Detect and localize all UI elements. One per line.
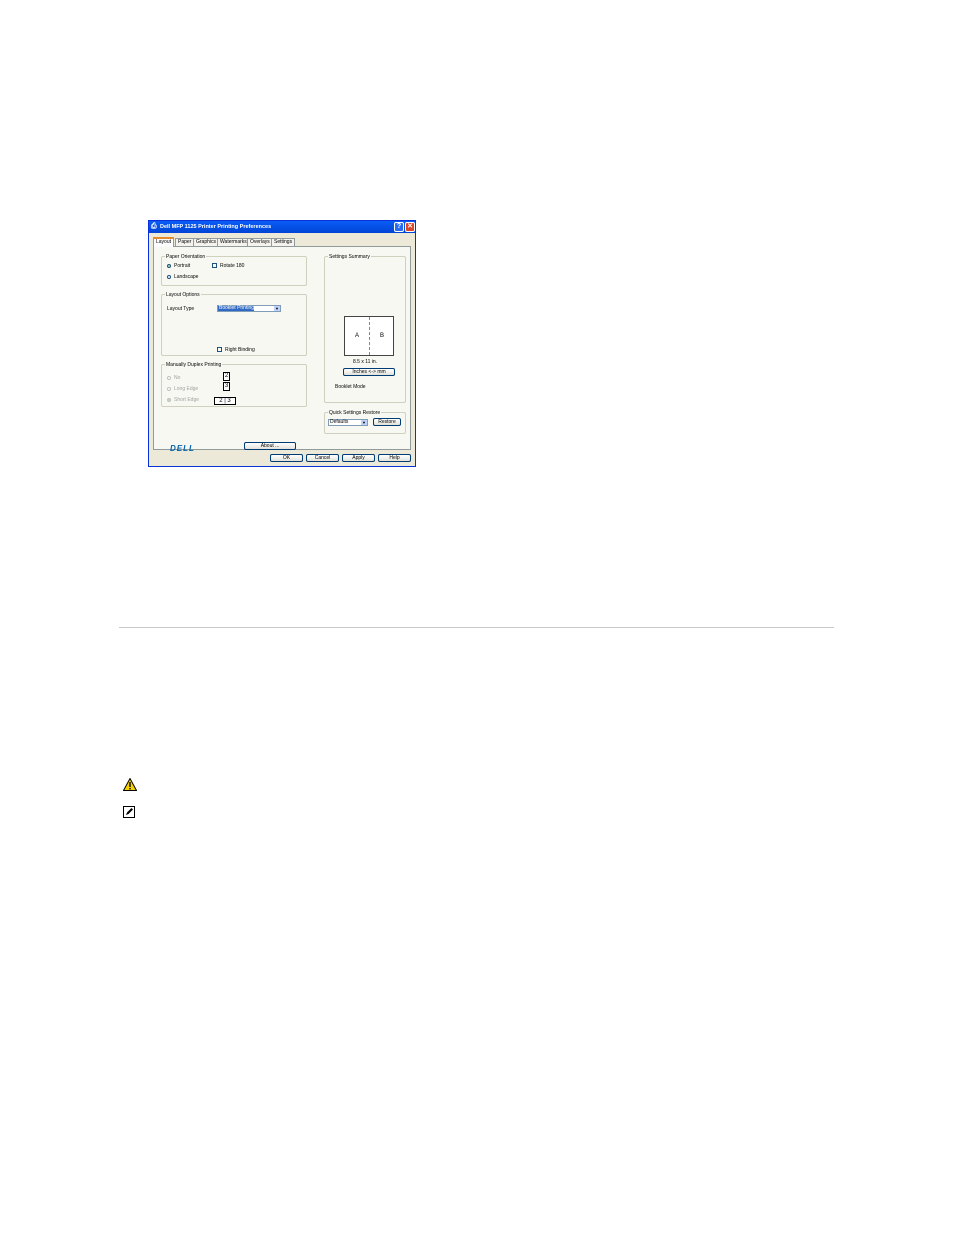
about-button[interactable]: About ... [244,442,296,450]
layout-type-value: Booklet Printing [218,305,255,311]
paper-orientation-group: Paper Orientation Portrait Landscape Rot… [161,254,307,286]
help-button[interactable]: Help [378,454,411,462]
rotate-checkbox[interactable]: Rotate 180 [212,263,244,269]
duplex-group: Manually Duplex Printing No Long Edge Sh… [161,362,307,407]
help-title-button[interactable]: ? [394,222,404,232]
checkbox-icon [217,347,222,353]
dell-logo: DELL [170,444,195,453]
tab-paper[interactable]: Paper [175,238,195,246]
radio-icon [167,375,171,380]
ok-button[interactable]: OK [270,454,303,462]
paper-orientation-label: Paper Orientation [165,254,207,260]
layout-panel: Paper Orientation Portrait Landscape Rot… [153,246,411,453]
chevron-down-icon: ▼ [361,420,367,425]
tab-watermarks[interactable]: Watermarks [217,238,250,246]
quick-settings-value: Defaults [330,419,349,425]
portrait-label: Portrait [174,263,191,269]
quick-settings-select[interactable]: Defaults ▼ [328,419,368,426]
right-binding-checkbox[interactable]: Right Binding [217,347,255,353]
apply-button[interactable]: Apply [342,454,375,462]
duplex-none-label: No [174,375,181,381]
tab-overlays[interactable]: Overlays [247,238,273,246]
printing-preferences-dialog: ⎙ Dell MFP 1125 Printer Printing Prefere… [148,220,416,467]
checkbox-icon [212,263,217,269]
booklet-mode-text: Booklet Mode [335,384,366,390]
layout-type-select[interactable]: Booklet Printing ▼ [217,305,281,312]
fold-line [369,317,370,355]
cancel-button[interactable]: Cancel [306,454,339,462]
duplex-short-edge-radio[interactable]: Short Edge [167,397,199,403]
restore-button[interactable]: Restore [373,418,401,426]
page-a: A [355,333,360,339]
duplex-label: Manually Duplex Printing [165,362,223,368]
right-binding-label: Right Binding [225,347,255,353]
booklet-preview: A B [344,316,394,356]
section-divider [119,627,834,628]
settings-summary-label: Settings Summary [328,254,371,260]
duplex-long-edge-radio[interactable]: Long Edge [167,386,198,392]
duplex-short-edge-label: Short Edge [174,397,200,403]
note-icon [123,806,135,818]
radio-icon [167,386,171,391]
long-edge-preview: 2 [223,372,230,381]
landscape-radio[interactable]: Landscape [167,274,198,280]
duplex-none-radio[interactable]: No [167,375,180,381]
dialog-title: Dell MFP 1125 Printer Printing Preferenc… [160,224,272,230]
radio-icon [167,274,171,279]
paper-size-text: 8.5 x 11 in. [353,359,378,365]
close-button[interactable]: ✕ [405,222,415,232]
quick-settings-label: Quick Settings Restore [328,410,382,416]
landscape-label: Landscape [174,274,199,280]
tab-settings[interactable]: Settings [271,238,296,246]
long-edge-preview-back: 3 [223,382,230,391]
short-edge-preview: 2 | 3 [214,397,236,405]
caution-icon [123,778,137,791]
printer-icon: ⎙ [151,223,157,230]
tab-layout[interactable]: Layout [153,237,175,247]
radio-selected-icon [167,397,171,402]
layout-type-label: Layout Type [167,306,195,312]
title-bar[interactable]: ⎙ Dell MFP 1125 Printer Printing Prefere… [149,221,415,233]
tab-graphics[interactable]: Graphics [193,238,220,246]
layout-options-group: Layout Options Layout Type Booklet Print… [161,292,307,356]
radio-selected-icon [167,263,171,268]
layout-options-label: Layout Options [165,292,201,298]
duplex-long-edge-label: Long Edge [174,386,199,392]
portrait-radio[interactable]: Portrait [167,263,190,269]
page-b: B [380,333,385,339]
units-toggle-button[interactable]: Inches <-> mm [343,368,395,376]
chevron-down-icon: ▼ [274,306,280,311]
rotate-label: Rotate 180 [220,263,245,269]
